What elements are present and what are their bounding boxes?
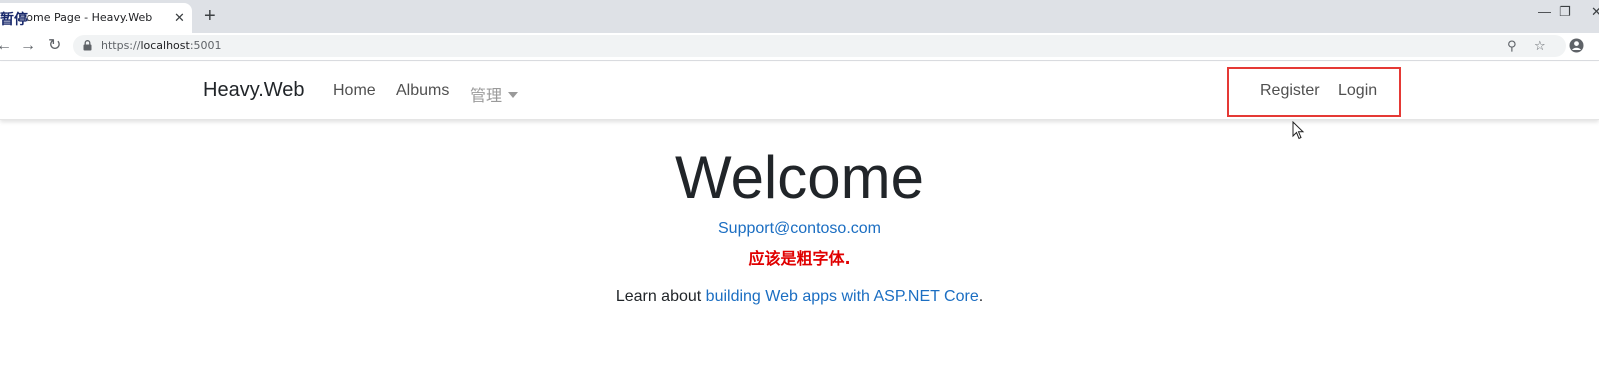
- lock-icon: [83, 40, 92, 51]
- url-text: https://localhost:5001: [101, 39, 222, 52]
- zoom-icon[interactable]: ⚲: [1507, 38, 1517, 54]
- browser-toolbar: ← → ↻ https://localhost:5001 ⚲ ☆: [0, 33, 1599, 61]
- welcome-heading: Welcome: [675, 144, 924, 211]
- forward-icon[interactable]: →: [20, 35, 36, 57]
- cursor-icon: [1292, 121, 1305, 140]
- nav-admin-label: 管理: [470, 88, 503, 105]
- nav-albums[interactable]: Albums: [396, 82, 449, 100]
- account-icon[interactable]: [1569, 38, 1584, 53]
- bold-note: 应该是粗字体.: [748, 249, 851, 268]
- aspnet-docs-link[interactable]: building Web apps with ASP.NET Core: [706, 288, 979, 305]
- restore-button[interactable]: ❐: [1559, 4, 1571, 20]
- new-tab-button[interactable]: +: [204, 4, 216, 28]
- close-window-button[interactable]: ✕: [1591, 4, 1599, 20]
- address-bar[interactable]: https://localhost:5001 ⚲ ☆: [73, 35, 1566, 57]
- nav-home[interactable]: Home: [333, 82, 376, 100]
- support-email-link[interactable]: Support@contoso.com: [0, 220, 1599, 238]
- tab-title: Home Page - Heavy.Web: [18, 11, 153, 24]
- highlight-box: [1227, 67, 1401, 117]
- reload-icon[interactable]: ↻: [48, 35, 61, 57]
- nav-admin-dropdown[interactable]: 管理: [470, 82, 519, 106]
- tab-overlay-label: 暂停: [0, 12, 28, 28]
- browser-tab[interactable]: Home Page - Heavy.Web 暂停 ✕: [0, 3, 192, 33]
- star-icon[interactable]: ☆: [1534, 38, 1546, 54]
- chevron-down-icon: [508, 92, 519, 98]
- minimize-button[interactable]: —: [1538, 4, 1551, 19]
- tab-close-button[interactable]: ✕: [174, 10, 185, 26]
- brand-link[interactable]: Heavy.Web: [203, 79, 305, 102]
- browser-tabstrip: Home Page - Heavy.Web 暂停 ✕ + — ❐ ✕: [0, 0, 1599, 33]
- learn-paragraph: Learn about building Web apps with ASP.N…: [615, 288, 984, 305]
- back-icon[interactable]: ←: [0, 35, 12, 57]
